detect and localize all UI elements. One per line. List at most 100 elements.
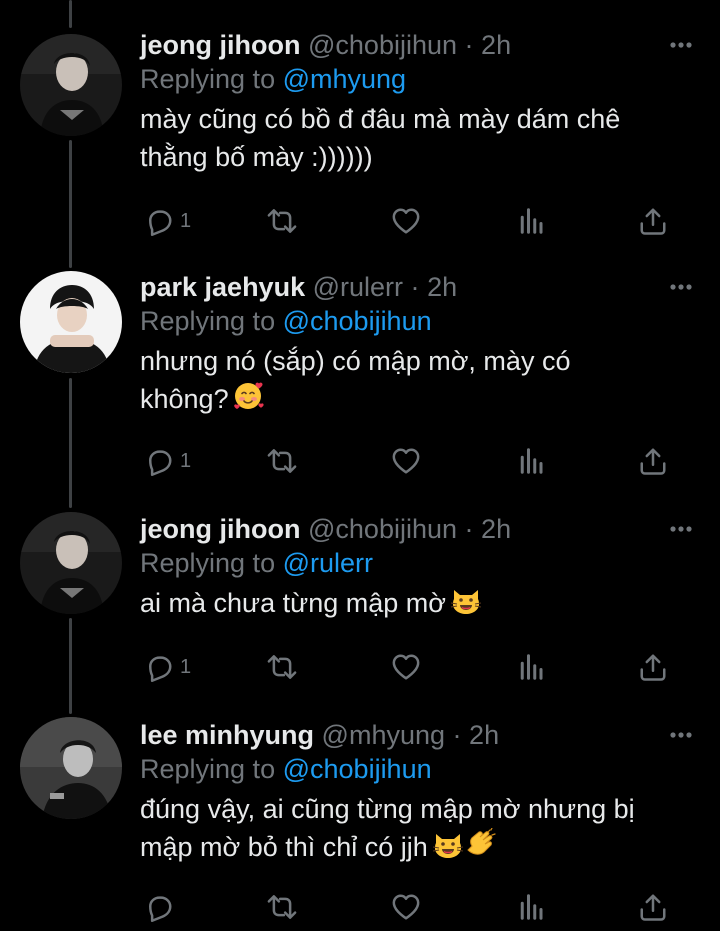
replying-to-label: Replying to bbox=[140, 64, 276, 94]
display-name[interactable]: jeong jihoon bbox=[140, 514, 300, 544]
views-button[interactable] bbox=[516, 444, 546, 478]
share-icon bbox=[638, 652, 668, 682]
reply-icon bbox=[144, 446, 174, 476]
retweet-icon bbox=[266, 206, 298, 236]
replying-to-label: Replying to bbox=[140, 754, 276, 784]
share-button[interactable] bbox=[638, 650, 668, 684]
more-icon[interactable] bbox=[666, 270, 696, 304]
like-icon bbox=[390, 652, 422, 682]
like-button[interactable] bbox=[390, 444, 422, 478]
mention-link[interactable]: @mhyung bbox=[283, 64, 406, 94]
user-handle[interactable]: @mhyung bbox=[322, 720, 445, 750]
more-icon[interactable] bbox=[666, 28, 696, 62]
views-icon bbox=[516, 652, 546, 682]
reply-button[interactable]: 1 bbox=[144, 204, 191, 238]
tweet-header: jeong jihoon @chobijihun · 2h bbox=[140, 28, 696, 62]
replying-to: Replying to @chobijihun bbox=[140, 752, 696, 790]
tweet-text: nhưng nó (sắp) có mập mờ, mày có không? bbox=[140, 342, 696, 418]
avatar[interactable] bbox=[20, 512, 122, 614]
more-icon[interactable] bbox=[666, 718, 696, 752]
replying-to: Replying to @chobijihun bbox=[140, 304, 696, 342]
timestamp[interactable]: 2h bbox=[427, 272, 457, 302]
reply-count: 1 bbox=[180, 449, 192, 472]
separator: · bbox=[464, 30, 474, 60]
reply-count: 1 bbox=[180, 209, 192, 232]
share-button[interactable] bbox=[638, 890, 668, 924]
share-icon bbox=[638, 206, 668, 236]
separator: · bbox=[452, 720, 462, 750]
user-handle[interactable]: @chobijihun bbox=[308, 30, 457, 60]
timestamp[interactable]: 2h bbox=[481, 30, 511, 60]
reply-button[interactable] bbox=[144, 890, 180, 924]
tweet-text: mày cũng có bồ đ đâu mà mày dám chê thằn… bbox=[140, 104, 621, 172]
grinning-cat-icon bbox=[450, 584, 482, 616]
smiling-face-with-hearts-icon bbox=[233, 380, 265, 412]
timestamp[interactable]: 2h bbox=[481, 514, 511, 544]
like-button[interactable] bbox=[390, 650, 422, 684]
tweet-text-body: đúng vậy, ai cũng từng mập mờ nhưng bị m… bbox=[140, 794, 635, 862]
action-bar bbox=[140, 890, 696, 924]
replying-to-label: Replying to bbox=[140, 548, 276, 578]
grinning-cat-icon bbox=[432, 828, 464, 860]
display-name[interactable]: lee minhyung bbox=[140, 720, 314, 750]
views-icon bbox=[516, 446, 546, 476]
tweet-text: ai mà chưa từng mập mờ bbox=[140, 584, 696, 622]
retweet-button[interactable] bbox=[266, 444, 298, 478]
separator: · bbox=[464, 514, 474, 544]
retweet-button[interactable] bbox=[266, 650, 298, 684]
like-button[interactable] bbox=[390, 890, 422, 924]
mention-link[interactable]: @rulerr bbox=[283, 548, 373, 578]
retweet-button[interactable] bbox=[266, 204, 298, 238]
retweet-icon bbox=[266, 446, 298, 476]
clapping-hands-icon bbox=[466, 828, 498, 860]
views-button[interactable] bbox=[516, 890, 546, 924]
mention-link[interactable]: @chobijihun bbox=[283, 306, 432, 336]
retweet-button[interactable] bbox=[266, 890, 298, 924]
like-icon bbox=[390, 892, 422, 922]
retweet-icon bbox=[266, 652, 298, 682]
replying-to: Replying to @rulerr bbox=[140, 546, 696, 584]
timestamp[interactable]: 2h bbox=[469, 720, 499, 750]
reply-icon bbox=[144, 206, 174, 236]
tweet-header: jeong jihoon @chobijihun · 2h bbox=[140, 512, 696, 546]
user-handle[interactable]: @rulerr bbox=[313, 272, 403, 302]
more-icon[interactable] bbox=[666, 512, 696, 546]
tweet-header: lee minhyung @mhyung · 2h bbox=[140, 718, 696, 752]
user-handle[interactable]: @chobijihun bbox=[308, 514, 457, 544]
action-bar: 1 bbox=[140, 650, 696, 684]
views-button[interactable] bbox=[516, 204, 546, 238]
avatar[interactable] bbox=[20, 34, 122, 136]
display-name[interactable]: park jaehyuk bbox=[140, 272, 305, 302]
share-icon bbox=[638, 892, 668, 922]
avatar[interactable] bbox=[20, 717, 122, 819]
replying-to-label: Replying to bbox=[140, 306, 276, 336]
share-button[interactable] bbox=[638, 204, 668, 238]
reply-icon bbox=[144, 892, 174, 922]
replying-to: Replying to @mhyung bbox=[140, 62, 696, 100]
thread-line-1 bbox=[69, 140, 72, 268]
thread-line-3 bbox=[69, 618, 72, 714]
tweet-text-body: nhưng nó (sắp) có mập mờ, mày có không? bbox=[140, 346, 571, 414]
tweet-header: park jaehyuk @rulerr · 2h bbox=[140, 270, 696, 304]
action-bar: 1 bbox=[140, 444, 696, 478]
views-button[interactable] bbox=[516, 650, 546, 684]
action-bar: 1 bbox=[140, 204, 696, 238]
views-icon bbox=[516, 206, 546, 236]
share-button[interactable] bbox=[638, 444, 668, 478]
thread-line-top bbox=[69, 0, 72, 28]
display-name[interactable]: jeong jihoon bbox=[140, 30, 300, 60]
like-icon bbox=[390, 446, 422, 476]
avatar[interactable] bbox=[20, 271, 122, 373]
tweet-text-body: ai mà chưa từng mập mờ bbox=[140, 588, 446, 618]
share-icon bbox=[638, 446, 668, 476]
tweet-text: đúng vậy, ai cũng từng mập mờ nhưng bị m… bbox=[140, 790, 696, 866]
like-icon bbox=[390, 206, 422, 236]
separator: · bbox=[410, 272, 420, 302]
like-button[interactable] bbox=[390, 204, 422, 238]
reply-button[interactable]: 1 bbox=[144, 650, 191, 684]
thread-line-2 bbox=[69, 378, 72, 508]
reply-count: 1 bbox=[180, 655, 192, 678]
mention-link[interactable]: @chobijihun bbox=[283, 754, 432, 784]
retweet-icon bbox=[266, 892, 298, 922]
reply-button[interactable]: 1 bbox=[144, 444, 191, 478]
